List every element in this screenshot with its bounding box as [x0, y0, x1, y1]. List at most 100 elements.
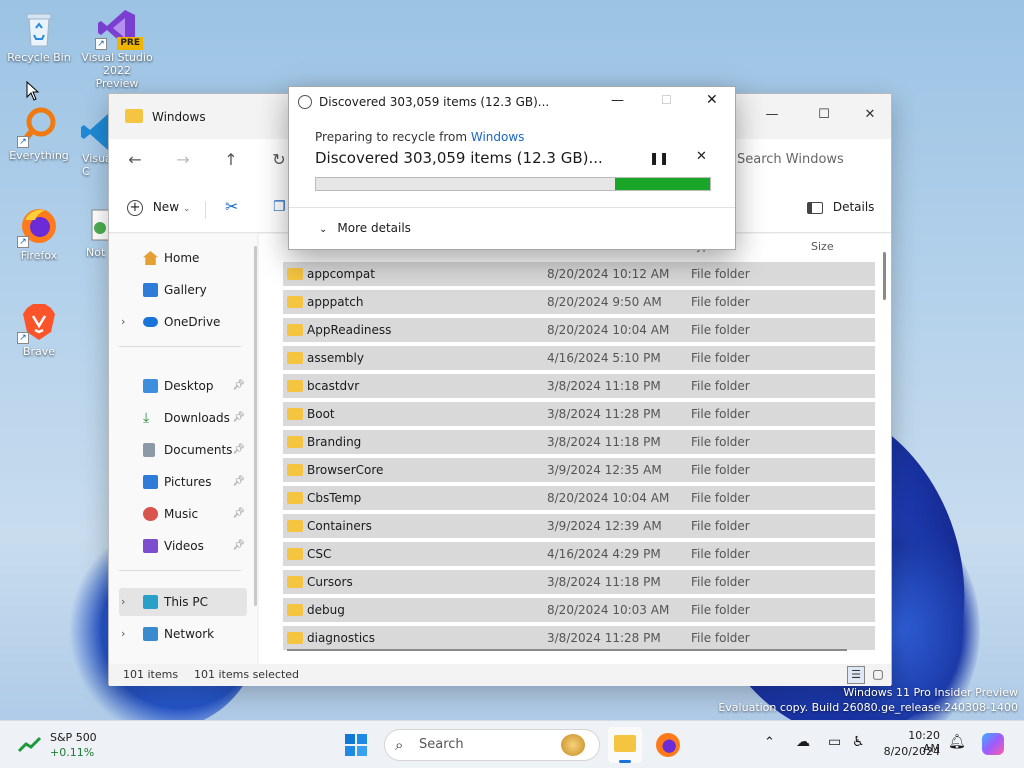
details-pane-button[interactable]: Details: [807, 193, 874, 221]
desktop-icon-recycle-bin[interactable]: Recycle Bin: [2, 8, 76, 64]
pin-icon[interactable]: 📌︎: [232, 500, 245, 528]
sidebar-item-home[interactable]: Home: [119, 244, 247, 272]
pause-button[interactable]: ❚❚: [649, 151, 669, 165]
table-row[interactable]: CbsTemp 8/20/2024 10:04 AM File folder: [283, 486, 875, 510]
table-row[interactable]: bcastdvr 3/8/2024 11:18 PM File folder: [283, 374, 875, 398]
start-button[interactable]: [344, 733, 368, 757]
table-row[interactable]: apppatch 8/20/2024 9:50 AM File folder: [283, 290, 875, 314]
accessibility-icon[interactable]: ♿︎: [852, 734, 865, 750]
sidebar-item-downloads[interactable]: ⤓ Downloads 📌︎: [119, 404, 247, 432]
table-row[interactable]: Boot 3/8/2024 11:28 PM File folder: [283, 402, 875, 426]
desktop-icon-everything[interactable]: ↗ Everything: [2, 106, 76, 162]
cell-type: File folder: [691, 351, 750, 365]
new-button[interactable]: + New ⌄: [127, 193, 190, 221]
sidebar-item-desktop[interactable]: Desktop 📌︎: [119, 372, 247, 400]
cut-button[interactable]: ✂: [225, 193, 238, 221]
cell-date: 8/20/2024 10:04 AM: [547, 491, 670, 505]
sidebar-label: OneDrive: [164, 315, 221, 329]
desktop-icon-visual-code[interactable]: Visual C: [80, 112, 108, 178]
details-view-icon[interactable]: ☰: [847, 666, 865, 684]
pin-icon[interactable]: 📌︎: [232, 436, 245, 464]
tiles-view-icon[interactable]: ▢: [869, 666, 887, 684]
notification-bell-icon[interactable]: 🔔︎: [948, 734, 966, 750]
sidebar-item-this-pc[interactable]: › This PC: [119, 588, 247, 616]
more-details-button[interactable]: ⌄ More details: [319, 221, 411, 235]
everything-search-icon: ↗: [17, 106, 59, 148]
display-icon[interactable]: ▭: [828, 734, 841, 750]
taskbar-search-box[interactable]: ⌕ Search: [384, 729, 600, 761]
forward-button[interactable]: →: [169, 147, 197, 173]
minimize-button[interactable]: —: [757, 102, 787, 128]
folder-icon: [287, 604, 303, 616]
cell-type: File folder: [691, 603, 750, 617]
horizontal-scrollbar-thumb[interactable]: [287, 649, 847, 651]
column-header-size[interactable]: Size: [811, 234, 834, 260]
dialog-maximize-button[interactable]: ☐: [661, 93, 672, 107]
table-row[interactable]: CSC 4/16/2024 4:29 PM File folder: [283, 542, 875, 566]
windows-logo-icon: [345, 734, 367, 756]
cloud-offline-icon[interactable]: ☁: [796, 734, 810, 750]
clock-date[interactable]: 8/20/2024: [882, 745, 940, 758]
table-row[interactable]: Cursors 3/8/2024 11:18 PM File folder: [283, 570, 875, 594]
sidebar-item-network[interactable]: › Network: [119, 620, 247, 648]
desktop-icon-firefox[interactable]: ↗ Firefox: [2, 206, 76, 262]
table-row[interactable]: Containers 3/9/2024 12:39 AM File folder: [283, 514, 875, 538]
pin-icon[interactable]: 📌︎: [232, 468, 245, 496]
sidebar-item-documents[interactable]: Documents 📌︎: [119, 436, 247, 464]
sidebar-item-videos[interactable]: Videos 📌︎: [119, 532, 247, 560]
show-hidden-icons-chevron-icon[interactable]: ⌃: [764, 735, 775, 750]
table-row[interactable]: debug 8/20/2024 10:03 AM File folder: [283, 598, 875, 622]
pin-icon[interactable]: 📌︎: [232, 532, 245, 560]
table-row[interactable]: diagnostics 3/8/2024 11:28 PM File folder: [283, 626, 875, 650]
vertical-scrollbar-thumb[interactable]: [883, 252, 886, 300]
sidebar-item-pictures[interactable]: Pictures 📌︎: [119, 468, 247, 496]
sidebar-label: This PC: [164, 595, 208, 609]
taskbar-firefox-icon[interactable]: [656, 733, 680, 757]
new-button-label: New: [152, 200, 180, 214]
up-button[interactable]: ↑: [217, 147, 245, 173]
sidebar-item-music[interactable]: Music 📌︎: [119, 500, 247, 528]
copilot-icon[interactable]: [982, 733, 1004, 755]
copy-button[interactable]: ❐: [273, 193, 286, 221]
table-row[interactable]: Branding 3/8/2024 11:18 PM File folder: [283, 430, 875, 454]
dialog-minimize-button[interactable]: —: [611, 93, 624, 108]
sidebar-item-gallery[interactable]: Gallery: [119, 276, 247, 304]
chevron-right-icon[interactable]: ›: [121, 588, 125, 616]
table-row[interactable]: appcompat 8/20/2024 10:12 AM File folder: [283, 262, 875, 286]
shortcut-arrow-icon: ↗: [17, 332, 29, 344]
desktop-icon-notepad[interactable]: Not: [80, 206, 108, 259]
cell-type: File folder: [691, 575, 750, 589]
folder-icon: [287, 464, 303, 476]
stock-widget[interactable]: S&P 500 +0.11%: [14, 730, 124, 760]
desktop-icon-brave[interactable]: ↗ Brave: [2, 302, 76, 358]
cancel-button[interactable]: ✕: [696, 149, 707, 164]
watermark-line: Evaluation copy. Build 26080.ge_release.…: [718, 701, 1018, 714]
document-icon: [143, 443, 155, 457]
table-row[interactable]: AppReadiness 8/20/2024 10:04 AM File folde…: [283, 318, 875, 342]
sidebar-label: Videos: [164, 539, 204, 553]
chevron-right-icon[interactable]: ›: [121, 620, 125, 648]
source-folder-link[interactable]: Windows: [471, 130, 525, 144]
gallery-icon: [143, 283, 158, 297]
close-button[interactable]: ✕: [855, 102, 885, 128]
pictures-icon: [143, 475, 158, 489]
sidebar-item-onedrive[interactable]: › OneDrive: [119, 308, 247, 336]
taskbar-file-explorer[interactable]: [608, 727, 642, 763]
table-row[interactable]: BrowserCore 3/9/2024 12:35 AM File folder: [283, 458, 875, 482]
table-row[interactable]: assembly 4/16/2024 5:10 PM File folder: [283, 346, 875, 370]
cell-type: File folder: [691, 547, 750, 561]
pin-icon[interactable]: 📌︎: [232, 372, 245, 400]
folder-icon: [125, 109, 143, 123]
pin-icon[interactable]: 📌︎: [232, 404, 245, 432]
sidebar-label: Music: [164, 507, 199, 521]
back-button[interactable]: ←: [121, 147, 149, 173]
chevron-right-icon[interactable]: ›: [121, 308, 125, 336]
folder-icon: [287, 296, 303, 308]
desktop-icon-visual-studio[interactable]: PRE ↗ Visual Studio 2022 Preview: [80, 8, 154, 90]
sidebar-scrollbar[interactable]: [254, 246, 257, 606]
dialog-close-button[interactable]: ✕: [706, 92, 718, 108]
maximize-button[interactable]: ☐: [809, 102, 839, 128]
cell-name: CSC: [307, 547, 332, 561]
search-input[interactable]: Search Windows: [727, 145, 887, 175]
cloud-icon: [143, 317, 158, 327]
